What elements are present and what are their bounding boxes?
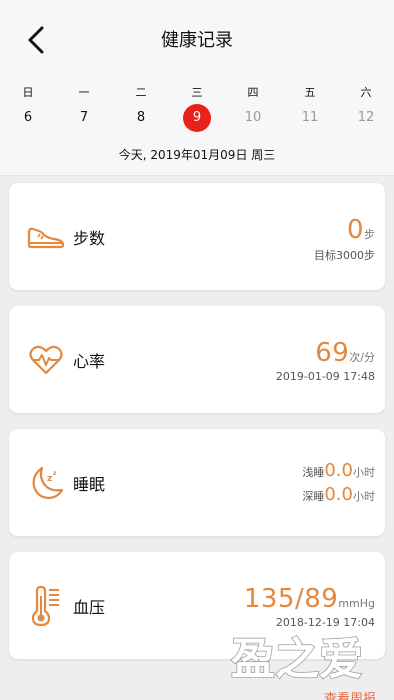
thermometer-icon [27, 585, 65, 626]
steps-label: 步数 [73, 228, 106, 248]
header-bar: 健康记录 [0, 0, 394, 64]
svg-text:z: z [53, 470, 57, 477]
blood-pressure-label: 血压 [73, 597, 106, 617]
watermark-logo: 盈之爱 [230, 633, 364, 686]
date-cell[interactable]: 10 [239, 104, 267, 132]
weekday-label: 二 [135, 86, 147, 99]
heart-rate-label: 心率 [73, 351, 106, 371]
date-cell-selected[interactable]: 9 [183, 104, 211, 132]
sleep-card[interactable]: z z 睡眠 浅睡0.0小时 深睡0.0小时 [9, 429, 385, 536]
deep-sleep-unit: 小时 [353, 490, 375, 503]
weekday-label: 五 [304, 86, 316, 99]
weekday-label: 四 [247, 86, 259, 99]
weekday-label: 一 [78, 86, 90, 99]
date-cell[interactable]: 11 [296, 104, 324, 132]
weekday-label: 六 [360, 86, 372, 99]
weekday-label: 日 [22, 86, 34, 99]
week-calendar: 日 一 二 三 四 五 六 6 7 8 9 10 11 12 今天, 2019年… [0, 64, 394, 176]
date-cell[interactable]: 12 [352, 104, 380, 132]
date-cell[interactable]: 7 [70, 104, 98, 132]
steps-card[interactable]: 步数 0步 目标3000步 [9, 183, 385, 290]
steps-unit: 步 [364, 228, 375, 241]
heart-rate-time: 2019-01-09 17:48 [275, 370, 375, 383]
blood-pressure-value-row: 135/89mmHg [244, 584, 375, 614]
date-cell[interactable]: 6 [14, 104, 42, 132]
weekday-label: 三 [191, 86, 203, 99]
light-sleep-label: 浅睡 [302, 466, 325, 479]
deep-sleep-row: 深睡0.0小时 [302, 484, 375, 505]
watermark-text: 盈之爱 [231, 634, 363, 685]
weekly-report-link[interactable]: 查看周报 [324, 688, 376, 700]
heart-rate-value: 69 [315, 338, 350, 368]
light-sleep-unit: 小时 [353, 466, 375, 479]
heart-pulse-icon [27, 341, 65, 379]
date-cell[interactable]: 8 [127, 104, 155, 132]
steps-goal: 目标3000步 [314, 249, 375, 262]
steps-value: 0 [346, 215, 364, 245]
blood-pressure-unit: mmHg [338, 597, 375, 610]
moon-sleep-icon: z z [27, 464, 65, 502]
svg-text:z: z [47, 474, 52, 484]
light-sleep-value: 0.0 [324, 460, 353, 481]
blood-pressure-value: 135/89 [243, 584, 339, 614]
steps-value-row: 0步 [347, 215, 375, 245]
light-sleep-row: 浅睡0.0小时 [302, 460, 375, 481]
heart-rate-unit: 次/分 [349, 351, 375, 364]
sleep-label: 睡眠 [73, 474, 106, 494]
today-date-text: 今天, 2019年01月09日 周三 [118, 148, 276, 162]
heart-rate-value-row: 69次/分 [315, 338, 375, 368]
deep-sleep-label: 深睡 [302, 490, 325, 503]
heart-rate-card[interactable]: 心率 69次/分 2019-01-09 17:48 [9, 306, 385, 413]
deep-sleep-value: 0.0 [324, 484, 353, 505]
shoe-icon [27, 218, 65, 256]
page-title: 健康记录 [161, 30, 233, 51]
